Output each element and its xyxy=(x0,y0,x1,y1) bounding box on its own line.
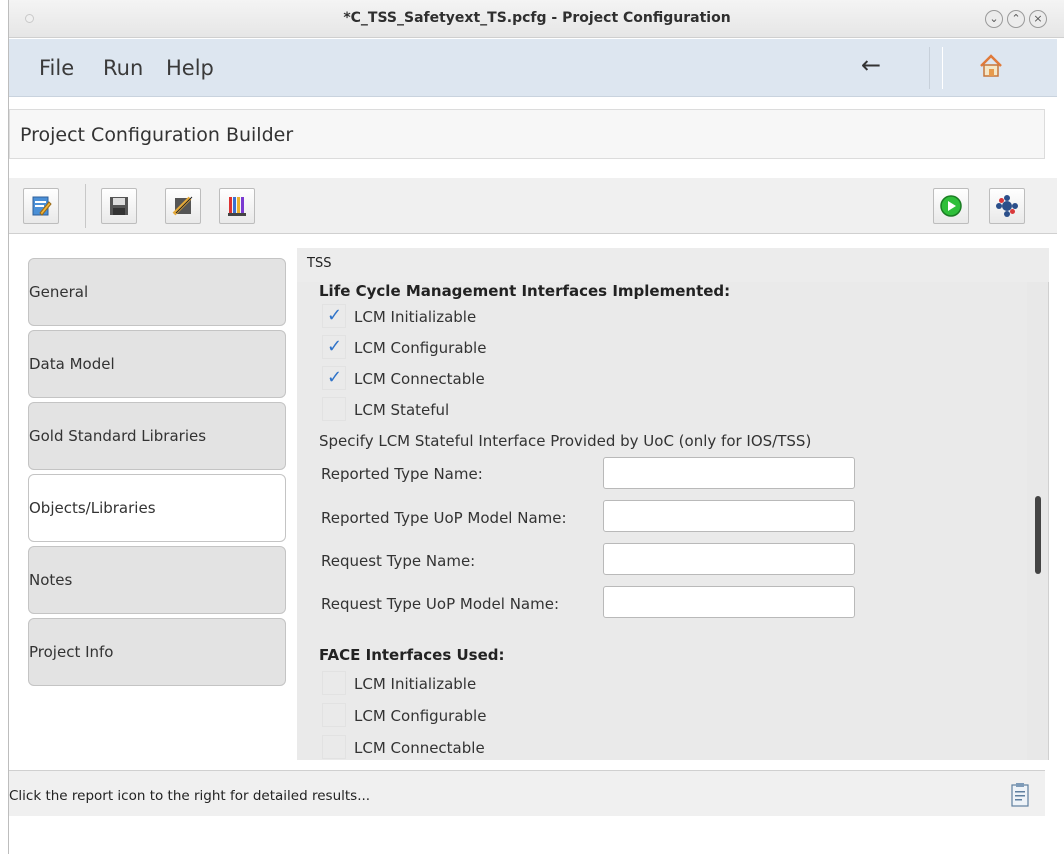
validate-icon[interactable] xyxy=(165,188,201,224)
checkbox[interactable]: ✓ xyxy=(322,304,346,328)
tss-panel: Life Cycle Management Interfaces Impleme… xyxy=(297,282,1049,760)
nav-tab-gold-standard-libraries[interactable]: Gold Standard Libraries xyxy=(28,402,286,470)
checkbox-label: LCM Initializable xyxy=(354,675,477,693)
checkbox-label: LCM Configurable xyxy=(354,339,487,357)
status-bar: Click the report icon to the right for d… xyxy=(9,770,1045,816)
scrollbar-thumb[interactable] xyxy=(1035,496,1041,574)
menu-run[interactable]: Run xyxy=(103,56,143,80)
toolbar xyxy=(9,178,1057,234)
checkbox[interactable]: ✓ xyxy=(322,366,346,390)
reported-type-uop-model-name-input[interactable] xyxy=(603,500,855,532)
face-section-title: FACE Interfaces Used: xyxy=(319,646,505,664)
nav-tab-label: Data Model xyxy=(29,355,115,373)
close-button[interactable]: × xyxy=(1029,10,1047,28)
tab-label: TSS xyxy=(307,256,332,271)
settings-icon[interactable] xyxy=(989,188,1025,224)
nav-tab-label: Objects/Libraries xyxy=(29,499,156,517)
checkbox[interactable]: ✓ xyxy=(322,335,346,359)
nav-tab-notes[interactable]: Notes xyxy=(28,546,286,614)
menu-file[interactable]: File xyxy=(39,56,74,80)
checkbox[interactable] xyxy=(322,735,346,759)
nav-tab-label: Project Info xyxy=(29,643,114,661)
maximize-button[interactable]: ⌃ xyxy=(1007,10,1025,28)
report-icon[interactable] xyxy=(1009,782,1031,808)
libraries-icon[interactable] xyxy=(219,188,255,224)
builder-header: Project Configuration Builder xyxy=(9,109,1045,159)
vertical-scrollbar[interactable] xyxy=(1027,282,1048,760)
menu-bar: File Run Help ← xyxy=(9,39,1057,97)
menu-help[interactable]: Help xyxy=(166,56,214,80)
request-type-name-label: Request Type Name: xyxy=(321,552,476,570)
checkbox-label: LCM Connectable xyxy=(354,739,485,757)
checkbox[interactable] xyxy=(322,671,346,695)
check-icon: ✓ xyxy=(327,305,343,326)
tss-panel-content: Life Cycle Management Interfaces Impleme… xyxy=(297,282,1027,760)
checkbox-label: LCM Initializable xyxy=(354,308,477,326)
edit-project-icon[interactable] xyxy=(23,188,59,224)
reported-type-name-input[interactable] xyxy=(603,457,855,489)
save-icon[interactable] xyxy=(101,188,137,224)
menu-separator xyxy=(929,47,943,89)
title-bar: *C_TSS_Safetyext_TS.pcfg - Project Confi… xyxy=(9,0,1064,38)
lcm-section-title: Life Cycle Management Interfaces Impleme… xyxy=(319,282,731,300)
nav-tab-general[interactable]: General xyxy=(28,258,286,326)
nav-tab-label: General xyxy=(29,283,89,301)
request-type-uop-model-name-label: Request Type UoP Model Name: xyxy=(321,595,560,613)
request-type-uop-model-name-input[interactable] xyxy=(603,586,855,618)
status-message: Click the report icon to the right for d… xyxy=(9,788,371,804)
left-arrow-icon[interactable]: ← xyxy=(861,51,881,79)
toolbar-separator xyxy=(85,184,86,228)
home-icon[interactable] xyxy=(977,52,1005,80)
window-title: *C_TSS_Safetyext_TS.pcfg - Project Confi… xyxy=(343,10,731,26)
checkbox-label: LCM Configurable xyxy=(354,707,487,725)
stateful-note: Specify LCM Stateful Interface Provided … xyxy=(319,432,812,450)
nav-tab-label: Notes xyxy=(29,571,73,589)
checkbox[interactable] xyxy=(322,397,346,421)
checkbox-label: LCM Connectable xyxy=(354,370,485,388)
reported-type-name-label: Reported Type Name: xyxy=(321,465,483,483)
check-icon: ✓ xyxy=(327,367,343,388)
checkbox-label: LCM Stateful xyxy=(354,401,450,419)
request-type-name-input[interactable] xyxy=(603,543,855,575)
minimize-button[interactable]: ⌄ xyxy=(985,10,1003,28)
checkbox[interactable] xyxy=(322,703,346,727)
run-icon[interactable] xyxy=(933,188,969,224)
check-icon: ✓ xyxy=(327,336,343,357)
page-title: Project Configuration Builder xyxy=(20,124,294,146)
nav-tab-objects-libraries[interactable]: Objects/Libraries xyxy=(28,474,286,542)
nav-tab-label: Gold Standard Libraries xyxy=(29,427,207,445)
reported-type-uop-model-name-label: Reported Type UoP Model Name: xyxy=(321,509,567,527)
app-window: *C_TSS_Safetyext_TS.pcfg - Project Confi… xyxy=(8,0,1064,854)
nav-tab-project-info[interactable]: Project Info xyxy=(28,618,286,686)
nav-tab-data-model[interactable]: Data Model xyxy=(28,330,286,398)
tab-tss[interactable]: TSS xyxy=(297,248,1049,282)
